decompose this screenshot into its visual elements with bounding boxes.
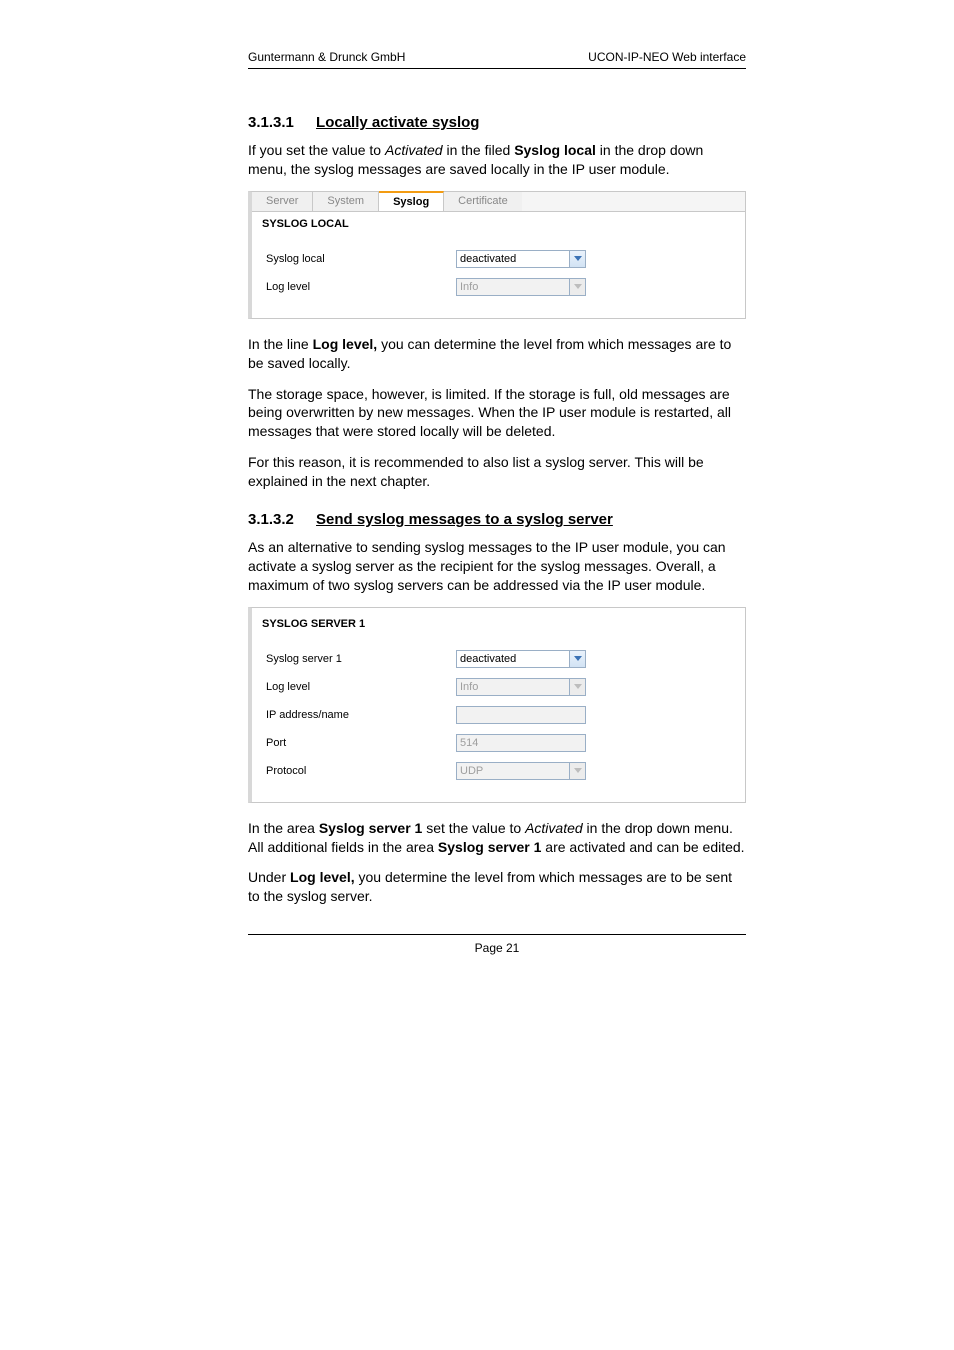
section-heading-2: 3.1.3.2 Send syslog messages to a syslog… xyxy=(248,511,746,528)
label-syslog-local: Syslog local xyxy=(266,253,456,265)
chevron-down-icon xyxy=(569,679,585,695)
dropdown-syslog-server[interactable]: deactivated xyxy=(456,650,586,668)
paragraph: Under Log level, you determine the level… xyxy=(248,868,746,906)
tab-server[interactable]: Server xyxy=(252,192,313,211)
form-row: Syslog server 1 deactivated xyxy=(266,650,731,668)
dropdown-value: Info xyxy=(460,281,569,293)
dropdown-log-level[interactable]: Info xyxy=(456,278,586,296)
input-port[interactable]: 514 xyxy=(456,734,586,752)
panel-body: Syslog server 1 deactivated Log level In… xyxy=(252,632,745,802)
chevron-down-icon xyxy=(569,279,585,295)
tab-certificate[interactable]: Certificate xyxy=(444,192,522,211)
paragraph: The storage space, however, is limited. … xyxy=(248,385,746,442)
dropdown-value: deactivated xyxy=(460,653,569,665)
chevron-down-icon xyxy=(569,651,585,667)
label-protocol: Protocol xyxy=(266,765,456,777)
tab-system[interactable]: System xyxy=(313,192,379,211)
chevron-down-icon xyxy=(569,763,585,779)
dropdown-value: deactivated xyxy=(460,253,569,265)
paragraph: As an alternative to sending syslog mess… xyxy=(248,538,746,595)
label-port: Port xyxy=(266,737,456,749)
paragraph: In the line Log level, you can determine… xyxy=(248,335,746,373)
dropdown-log-level[interactable]: Info xyxy=(456,678,586,696)
section-title: Locally activate syslog xyxy=(316,114,479,131)
form-row: Log level Info xyxy=(266,278,731,296)
form-row: IP address/name xyxy=(266,706,731,724)
dropdown-protocol[interactable]: UDP xyxy=(456,762,586,780)
chevron-down-icon xyxy=(569,251,585,267)
paragraph: If you set the value to Activated in the… xyxy=(248,141,746,179)
label-syslog-server: Syslog server 1 xyxy=(266,653,456,665)
section-heading-1: 3.1.3.1 Locally activate syslog xyxy=(248,114,746,131)
dropdown-value: Info xyxy=(460,681,569,693)
page-header: Guntermann & Drunck GmbH UCON-IP-NEO Web… xyxy=(248,50,746,69)
input-value: 514 xyxy=(460,737,478,749)
page-footer: Page 21 xyxy=(248,934,746,955)
syslog-server-panel: SYSLOG SERVER 1 Syslog server 1 deactiva… xyxy=(248,607,746,803)
section-title: Send syslog messages to a syslog server xyxy=(316,511,613,528)
header-right: UCON-IP-NEO Web interface xyxy=(588,50,746,64)
form-row: Protocol UDP xyxy=(266,762,731,780)
section-number: 3.1.3.1 xyxy=(248,114,294,131)
label-ip-address: IP address/name xyxy=(266,709,456,721)
syslog-local-panel: Server System Syslog Certificate SYSLOG … xyxy=(248,191,746,319)
document-page: Guntermann & Drunck GmbH UCON-IP-NEO Web… xyxy=(0,0,954,1350)
panel-section-title: SYSLOG SERVER 1 xyxy=(252,608,745,632)
form-row: Syslog local deactivated xyxy=(266,250,731,268)
paragraph: For this reason, it is recommended to al… xyxy=(248,453,746,491)
label-log-level: Log level xyxy=(266,281,456,293)
dropdown-value: UDP xyxy=(460,765,569,777)
panel-section-title: SYSLOG LOCAL xyxy=(252,212,745,232)
form-row: Log level Info xyxy=(266,678,731,696)
input-ip-address[interactable] xyxy=(456,706,586,724)
tab-bar: Server System Syslog Certificate xyxy=(252,192,745,212)
dropdown-syslog-local[interactable]: deactivated xyxy=(456,250,586,268)
paragraph: In the area Syslog server 1 set the valu… xyxy=(248,819,746,857)
form-row: Port 514 xyxy=(266,734,731,752)
panel-body: Syslog local deactivated Log level Info xyxy=(252,232,745,318)
tab-syslog[interactable]: Syslog xyxy=(379,191,444,211)
label-log-level: Log level xyxy=(266,681,456,693)
section-number: 3.1.3.2 xyxy=(248,511,294,528)
header-left: Guntermann & Drunck GmbH xyxy=(248,50,405,64)
page-number: Page 21 xyxy=(475,941,520,955)
